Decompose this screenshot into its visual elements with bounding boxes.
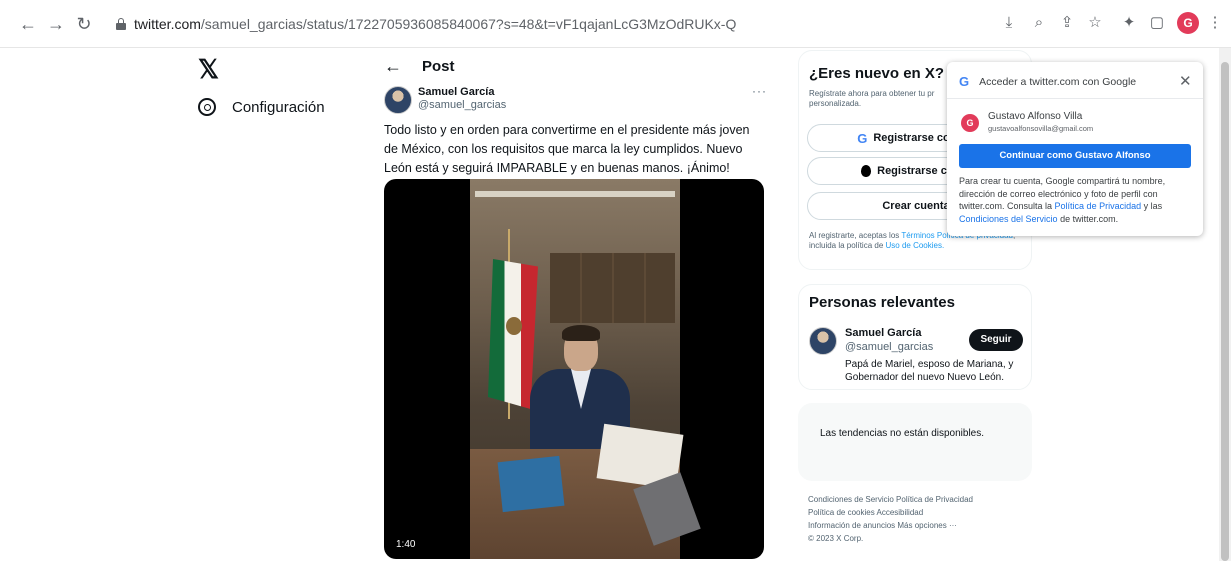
google-logo-icon: G xyxy=(959,74,970,89)
profile-avatar[interactable]: G xyxy=(1177,12,1199,34)
person-name[interactable]: Samuel García xyxy=(845,327,921,339)
url-host: twitter.com xyxy=(134,16,201,32)
back-arrow-icon[interactable]: ← xyxy=(384,56,408,77)
signup-title: ¿Eres nuevo en X? xyxy=(809,65,945,82)
popup-header: G Acceder a twitter.com con Google xyxy=(959,74,1136,89)
person-bio: Papá de Mariel, esposo de Mariana, y Gob… xyxy=(845,359,1014,383)
google-icon: G xyxy=(857,130,868,146)
trends-card: Las tendencias no están disponibles. xyxy=(798,403,1032,481)
create-account-label: Crear cuenta xyxy=(882,200,950,212)
signup-description: Regístrate ahora para obtener tu pr pers… xyxy=(809,89,935,108)
account-avatar[interactable]: G xyxy=(961,114,979,132)
browser-toolbar: ← → ↻ twitter.com/samuel_garcias/status/… xyxy=(0,0,1231,48)
side-panel-icon[interactable]: ▢ xyxy=(1148,14,1166,32)
post-text: Todo listo y en orden para convertirme e… xyxy=(384,123,750,175)
footer-line-2[interactable]: Política de cookies Accesibilidad xyxy=(808,506,1028,519)
video-duration: 1:40 xyxy=(396,539,416,550)
author-name[interactable]: Samuel García xyxy=(418,86,494,98)
legal-prefix: Al registrarte, aceptas los xyxy=(809,231,902,240)
google-signin-popup: G Acceder a twitter.com con Google ✕ G G… xyxy=(947,62,1203,236)
extensions-icon[interactable]: ✦ xyxy=(1120,14,1138,32)
trends-unavailable-text: Las tendencias no están disponibles. xyxy=(820,428,985,439)
author-avatar[interactable] xyxy=(384,86,412,114)
popup-consent-text: Para crear tu cuenta, Google compartirá … xyxy=(959,175,1195,225)
post-column: ← Post Samuel García @samuel_garcias ···… xyxy=(372,48,778,561)
install-icon[interactable]: ⤓ xyxy=(1000,14,1018,32)
consent-text-end: de twitter.com. xyxy=(1057,213,1119,224)
settings-link[interactable]: Configuración xyxy=(198,96,325,118)
consent-text-mid: y las xyxy=(1141,201,1163,211)
forward-icon[interactable]: → xyxy=(46,14,66,34)
relevant-people-card: Personas relevantes Samuel García @samue… xyxy=(798,284,1032,390)
author-handle[interactable]: @samuel_garcias xyxy=(418,99,506,111)
post-header: ← Post xyxy=(384,56,455,77)
popup-divider xyxy=(947,98,1203,99)
address-bar[interactable]: twitter.com/samuel_garcias/status/172270… xyxy=(108,8,988,40)
relevant-people-title: Personas relevantes xyxy=(809,294,955,311)
zoom-icon[interactable]: ⌕ xyxy=(1030,14,1048,32)
apple-icon xyxy=(861,165,872,177)
close-icon[interactable]: ✕ xyxy=(1179,72,1192,90)
post-video[interactable]: 1:40 xyxy=(384,179,764,559)
post-title: Post xyxy=(422,58,455,75)
person-handle[interactable]: @samuel_garcias xyxy=(845,341,933,353)
footer-line-1[interactable]: Condiciones de Servicio Política de Priv… xyxy=(808,493,1028,506)
follow-button[interactable]: Seguir xyxy=(969,329,1023,351)
reload-icon[interactable]: ↻ xyxy=(74,14,94,34)
footer-line-3[interactable]: Información de anuncios Más opciones ··· xyxy=(808,519,1028,532)
url-path: /samuel_garcias/status/17227059360858400… xyxy=(200,16,737,32)
terms-link[interactable]: Términos xyxy=(901,231,934,240)
google-privacy-link[interactable]: Política de Privacidad xyxy=(1055,201,1142,211)
footer-copyright: © 2023 X Corp. xyxy=(808,534,864,543)
back-icon[interactable]: ← xyxy=(18,14,38,34)
continue-as-button[interactable]: Continuar como Gustavo Alfonso xyxy=(959,144,1191,168)
menu-icon[interactable]: ⋮ xyxy=(1206,14,1224,32)
popup-title: Acceder a twitter.com con Google xyxy=(979,75,1137,88)
person-avatar[interactable] xyxy=(809,327,837,355)
scrollbar-thumb[interactable] xyxy=(1221,62,1229,561)
lock-icon[interactable] xyxy=(116,18,126,30)
more-options-icon[interactable]: ··· xyxy=(752,84,767,98)
account-email[interactable]: gustavoalfonsovilla@gmail.com xyxy=(988,124,1093,133)
share-icon[interactable]: ⇪ xyxy=(1058,14,1076,32)
star-icon[interactable]: ☆ xyxy=(1086,14,1104,32)
gear-icon xyxy=(198,98,216,116)
google-terms-link[interactable]: Condiciones del Servicio xyxy=(959,214,1058,224)
x-logo[interactable]: 𝕏 xyxy=(198,56,219,82)
url-text[interactable]: twitter.com/samuel_garcias/status/172270… xyxy=(134,16,736,32)
page-scrollbar[interactable] xyxy=(1219,48,1231,561)
video-frame xyxy=(470,179,701,559)
settings-label: Configuración xyxy=(232,98,325,116)
sidebar-footer: Condiciones de Servicio Política de Priv… xyxy=(808,493,1028,545)
cookies-link[interactable]: Uso de Cookies. xyxy=(886,241,945,250)
account-name[interactable]: Gustavo Alfonso Villa xyxy=(988,111,1082,122)
